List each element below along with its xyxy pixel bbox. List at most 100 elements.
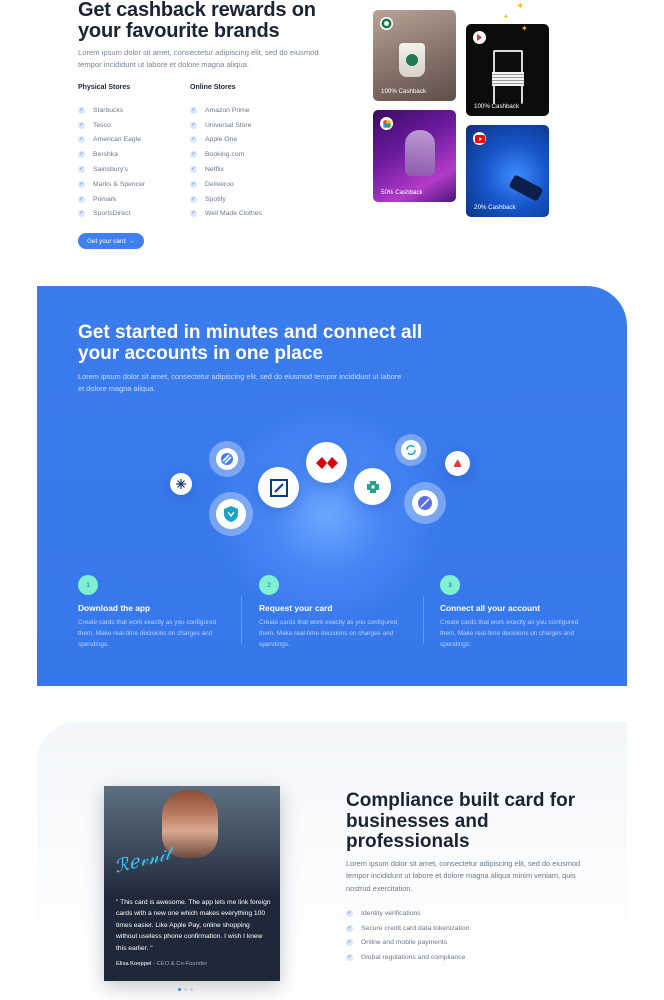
check-icon: ✓ — [190, 195, 197, 203]
check-icon: ✓ — [78, 195, 85, 203]
store-name: Starbucks — [93, 106, 124, 114]
check-icon: ✓ — [78, 210, 85, 218]
list-item: ✓ Starbucks — [78, 103, 145, 118]
check-icon: ✓ — [346, 924, 353, 932]
list-item: ✓ Spotify — [190, 192, 262, 207]
natwest-bank-icon — [354, 468, 391, 505]
stool-image — [492, 50, 524, 104]
store-name: Netflix — [205, 166, 224, 174]
starbucks-logo-icon — [380, 17, 393, 30]
hsbc-bank-icon — [306, 442, 347, 483]
step-title: Connect all your account — [440, 603, 541, 613]
step-number-badge: 2 — [259, 575, 279, 595]
feature-label: Secure credit card data tokenization — [361, 924, 470, 932]
list-item: ✓ Bershka — [78, 147, 145, 162]
brand-flag-logo-icon — [473, 31, 486, 44]
cashback-title: Get cashback rewards on your favourite b… — [78, 0, 316, 42]
brand-tile-chair[interactable]: 100% Cashback — [466, 24, 549, 116]
arrow-right-icon: → — [128, 237, 136, 245]
carousel-dot[interactable] — [184, 988, 187, 991]
list-item: ✓ Primark — [78, 192, 145, 207]
online-stores-list: ✓ Amazon Prime ✓ Universal Store ✓ Apple On… — [190, 103, 262, 221]
snowflake-bank-icon — [170, 473, 192, 495]
cashback-caption: 50% Cashback — [381, 189, 423, 196]
list-item: ✓ Global regulations and compliance — [346, 950, 469, 965]
list-item: ✓ Online and mobile payments — [346, 936, 469, 951]
check-icon: ✓ — [78, 180, 85, 188]
check-icon: ✓ — [78, 166, 85, 174]
list-item: ✓ Deliveroo — [190, 177, 262, 192]
step-description: Create cards that work exactly as you co… — [78, 619, 217, 648]
cashback-caption: 100% Cashback — [381, 88, 427, 95]
list-item: ✓ Marks & Spencer — [78, 177, 145, 192]
list-item: ✓ Sainsbury's — [78, 162, 145, 177]
coffee-cup-image — [399, 43, 425, 77]
store-name: Deliveroo — [205, 180, 234, 188]
list-item: ✓ Booking.com — [190, 147, 262, 162]
store-name: Apple One — [205, 136, 238, 144]
step-description: Create cards that work exactly as you co… — [440, 619, 579, 648]
compliance-title: Compliance built card for businesses and… — [346, 790, 576, 852]
store-name: Amazon Prime — [205, 106, 250, 114]
store-name: Universal Store — [205, 121, 252, 129]
connect-description: Lorem ipsum dolor sit amet, consectetur … — [78, 372, 402, 393]
check-icon: ✓ — [190, 121, 197, 129]
shield-bank-icon — [209, 492, 253, 536]
step-title: Download the app — [78, 603, 151, 613]
cashback-caption: 100% Cashback — [474, 103, 520, 110]
circle-stripes-bank-icon — [209, 441, 245, 477]
check-icon: ✓ — [346, 909, 353, 917]
check-icon: ✓ — [346, 939, 353, 947]
list-item: ✓ Tesco — [78, 118, 145, 133]
check-icon: ✓ — [346, 954, 353, 962]
connect-section: Get started in minutes and connect all y… — [37, 286, 627, 686]
store-name: Booking.com — [205, 151, 245, 159]
check-icon: ✓ — [190, 166, 197, 174]
store-name: Primark — [93, 195, 117, 203]
list-item: ✓ Apple One — [190, 133, 262, 148]
store-name: Sainsbury's — [93, 166, 128, 174]
testimonial-card: ℛℯ𝓋𝓃𝒾𝓉 " This card is awesome. The app l… — [104, 786, 280, 981]
cashback-caption: 20% Cashback — [474, 204, 516, 211]
compliance-description: Lorem ipsum dolor sit amet, consectetur … — [346, 859, 581, 893]
check-icon: ✓ — [78, 121, 85, 129]
youtube-logo-icon — [473, 132, 486, 145]
physical-stores-heading: Physical Stores — [78, 84, 131, 91]
carousel-dot[interactable] — [190, 988, 193, 991]
connect-title: Get started in minutes and connect all y… — [78, 322, 423, 364]
step-title: Request your card — [259, 603, 333, 613]
brand-tile-phone[interactable]: 20% Cashback — [466, 125, 549, 217]
list-item: ✓ Netflix — [190, 162, 262, 177]
testimonial-author: Elisa Koeppel - CEO & Co-Founder — [116, 961, 207, 967]
brand-tile-gamer[interactable]: 50% Cashback — [373, 110, 456, 202]
carousel-dots — [178, 988, 193, 991]
feature-label: Identity verifications — [361, 909, 421, 917]
check-icon: ✓ — [190, 151, 197, 159]
list-item: ✓ Amazon Prime — [190, 103, 262, 118]
store-name: American Eagle — [93, 136, 141, 144]
santander-bank-icon — [445, 451, 470, 476]
check-icon: ✓ — [190, 210, 197, 218]
google-photos-logo-icon — [380, 117, 393, 130]
brand-tile-starbucks[interactable]: 100% Cashback — [373, 10, 456, 101]
check-icon: ✓ — [190, 180, 197, 188]
physical-stores-list: ✓ Starbucks ✓ Tesco ✓ American Eagle ✓ Bersh… — [78, 103, 145, 221]
author-role: - CEO & Co-Founder — [151, 961, 208, 967]
list-item: ✓ Well Made Clothes — [190, 207, 262, 222]
carousel-dot[interactable] — [178, 988, 181, 991]
sparkle-icon: ✦ — [516, 1, 525, 12]
list-item: ✓ Identity verifications — [346, 906, 469, 921]
exchange-bank-icon — [395, 434, 427, 466]
check-icon: ✓ — [78, 151, 85, 159]
phone-image — [508, 174, 544, 202]
feature-list: ✓ Identity verifications ✓ Secure credit c… — [346, 906, 469, 965]
check-icon: ✓ — [78, 106, 85, 114]
step-divider — [241, 596, 242, 644]
store-name: Marks & Spencer — [93, 180, 146, 188]
get-your-card-button[interactable]: Get your card → — [78, 233, 144, 249]
avatar — [162, 790, 218, 858]
check-icon: ✓ — [190, 136, 197, 144]
sparkle-icon: ✦ — [503, 14, 509, 21]
step-description: Create cards that work exactly as you co… — [259, 619, 398, 648]
step-number-badge: 1 — [78, 575, 98, 595]
